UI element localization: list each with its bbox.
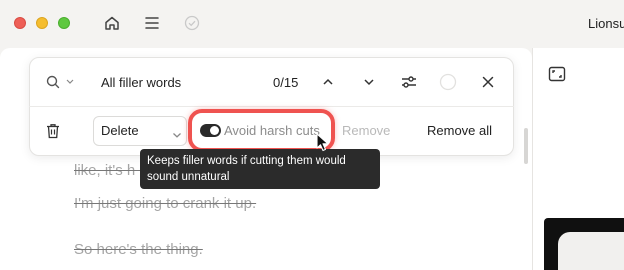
remove-button[interactable]: Remove	[342, 123, 390, 138]
panel-divider	[29, 106, 514, 107]
close-window-button[interactable]	[14, 17, 26, 29]
filter-settings-icon[interactable]	[399, 73, 419, 91]
zoom-window-button[interactable]	[58, 17, 70, 29]
tooltip-line: Keeps filler words if cutting them would	[147, 155, 346, 167]
close-panel-icon[interactable]	[480, 74, 496, 90]
highlight-annotation	[188, 109, 335, 152]
search-query[interactable]: All filler words	[101, 75, 181, 90]
previous-match-icon[interactable]	[320, 74, 336, 90]
window-title: Lionsu	[588, 16, 624, 31]
menu-icon[interactable]	[141, 12, 163, 34]
mouse-cursor-icon	[316, 133, 330, 158]
next-match-icon[interactable]	[361, 74, 377, 90]
tooltip-line: sound unnatural	[147, 171, 230, 183]
chevron-down-icon	[172, 126, 182, 144]
status-circle-icon	[439, 73, 457, 91]
trash-icon[interactable]	[45, 122, 61, 139]
video-preview-frame	[558, 232, 624, 270]
minimize-window-button[interactable]	[36, 17, 48, 29]
expand-icon[interactable]	[548, 66, 566, 87]
home-icon[interactable]	[101, 12, 123, 34]
tooltip: Keeps filler words if cutting them would…	[140, 149, 380, 189]
transcript-line[interactable]: So here's the thing.	[74, 241, 203, 258]
search-icon[interactable]	[45, 74, 75, 90]
transcript-line[interactable]: I'm just going to crank it up.	[74, 195, 256, 212]
remove-all-button[interactable]: Remove all	[427, 123, 492, 138]
match-count: 0/15	[273, 75, 299, 90]
check-circle-icon[interactable]	[181, 12, 203, 34]
action-select-value: Delete	[101, 123, 139, 138]
title-bar	[0, 0, 624, 48]
editor-scrollbar[interactable]	[524, 128, 528, 164]
